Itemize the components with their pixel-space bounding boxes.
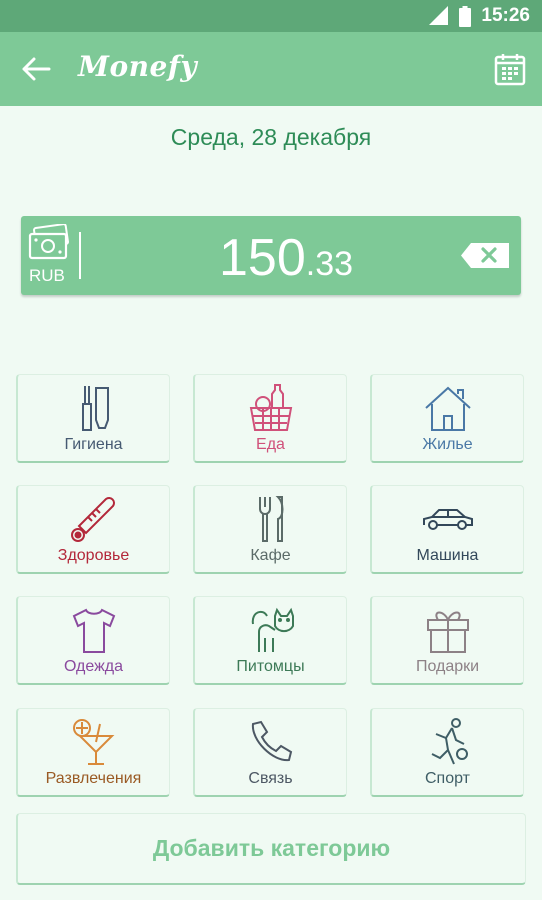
category-label: Гигиена <box>64 436 123 453</box>
currency-code[interactable]: RUB <box>29 266 65 286</box>
status-time: 15:26 <box>481 5 530 26</box>
amount-value: 150.33 <box>141 228 431 288</box>
category-label: Здоровье <box>57 547 130 564</box>
battery-icon <box>459 5 472 27</box>
category-label: Питомцы <box>236 658 305 675</box>
category-cafe[interactable]: Кафе <box>193 485 347 574</box>
category-car[interactable]: Машина <box>370 485 524 574</box>
thermometer-icon <box>70 497 115 542</box>
back-arrow-icon[interactable] <box>20 54 54 84</box>
category-health[interactable]: Здоровье <box>16 485 170 574</box>
calendar-icon[interactable] <box>494 52 526 86</box>
food-basket-icon <box>249 384 292 431</box>
money-icon[interactable] <box>27 224 71 264</box>
category-sport[interactable]: Спорт <box>370 708 524 797</box>
add-category-button[interactable]: Добавить категорию <box>16 813 526 885</box>
category-entertainment[interactable]: Развлечения <box>16 708 170 797</box>
house-icon <box>424 386 471 431</box>
tshirt-icon <box>72 608 115 653</box>
phone-icon <box>251 720 292 762</box>
category-label: Связь <box>248 770 293 787</box>
amount-display: RUB 150.33 <box>21 216 521 295</box>
date-label[interactable]: Среда, 28 декабря <box>0 124 542 151</box>
category-label: Одежда <box>63 658 124 675</box>
category-label: Машина <box>416 547 479 564</box>
signal-icon <box>429 6 449 25</box>
toothbrush-icon <box>81 386 109 431</box>
category-label: Кафе <box>250 547 291 564</box>
gift-icon <box>426 611 469 653</box>
amount-decimal: .33 <box>305 245 354 283</box>
category-housing[interactable]: Жилье <box>370 374 524 463</box>
app-logo: Monefy <box>78 50 198 83</box>
amount-divider <box>79 232 81 279</box>
category-label: Жилье <box>422 436 473 453</box>
cat-icon <box>251 607 294 652</box>
category-gifts[interactable]: Подарки <box>370 596 524 685</box>
category-label: Развлечения <box>45 770 142 787</box>
fork-knife-icon <box>258 496 283 542</box>
category-label: Спорт <box>425 770 470 787</box>
status-bar: 15:26 <box>0 0 542 32</box>
category-label: Подарки <box>415 658 480 675</box>
category-communication[interactable]: Связь <box>193 708 347 797</box>
cocktail-icon <box>72 719 114 765</box>
category-hygiene[interactable]: Гигиена <box>16 374 170 463</box>
amount-integer: 150 <box>218 229 306 287</box>
app-bar: Monefy <box>0 32 542 106</box>
car-icon <box>422 509 473 530</box>
category-food[interactable]: Еда <box>193 374 347 463</box>
category-pets[interactable]: Питомцы <box>193 596 347 685</box>
category-label: Еда <box>256 436 285 453</box>
soccer-player-icon <box>431 718 468 765</box>
category-clothes[interactable]: Одежда <box>16 596 170 685</box>
backspace-icon[interactable] <box>461 243 509 268</box>
